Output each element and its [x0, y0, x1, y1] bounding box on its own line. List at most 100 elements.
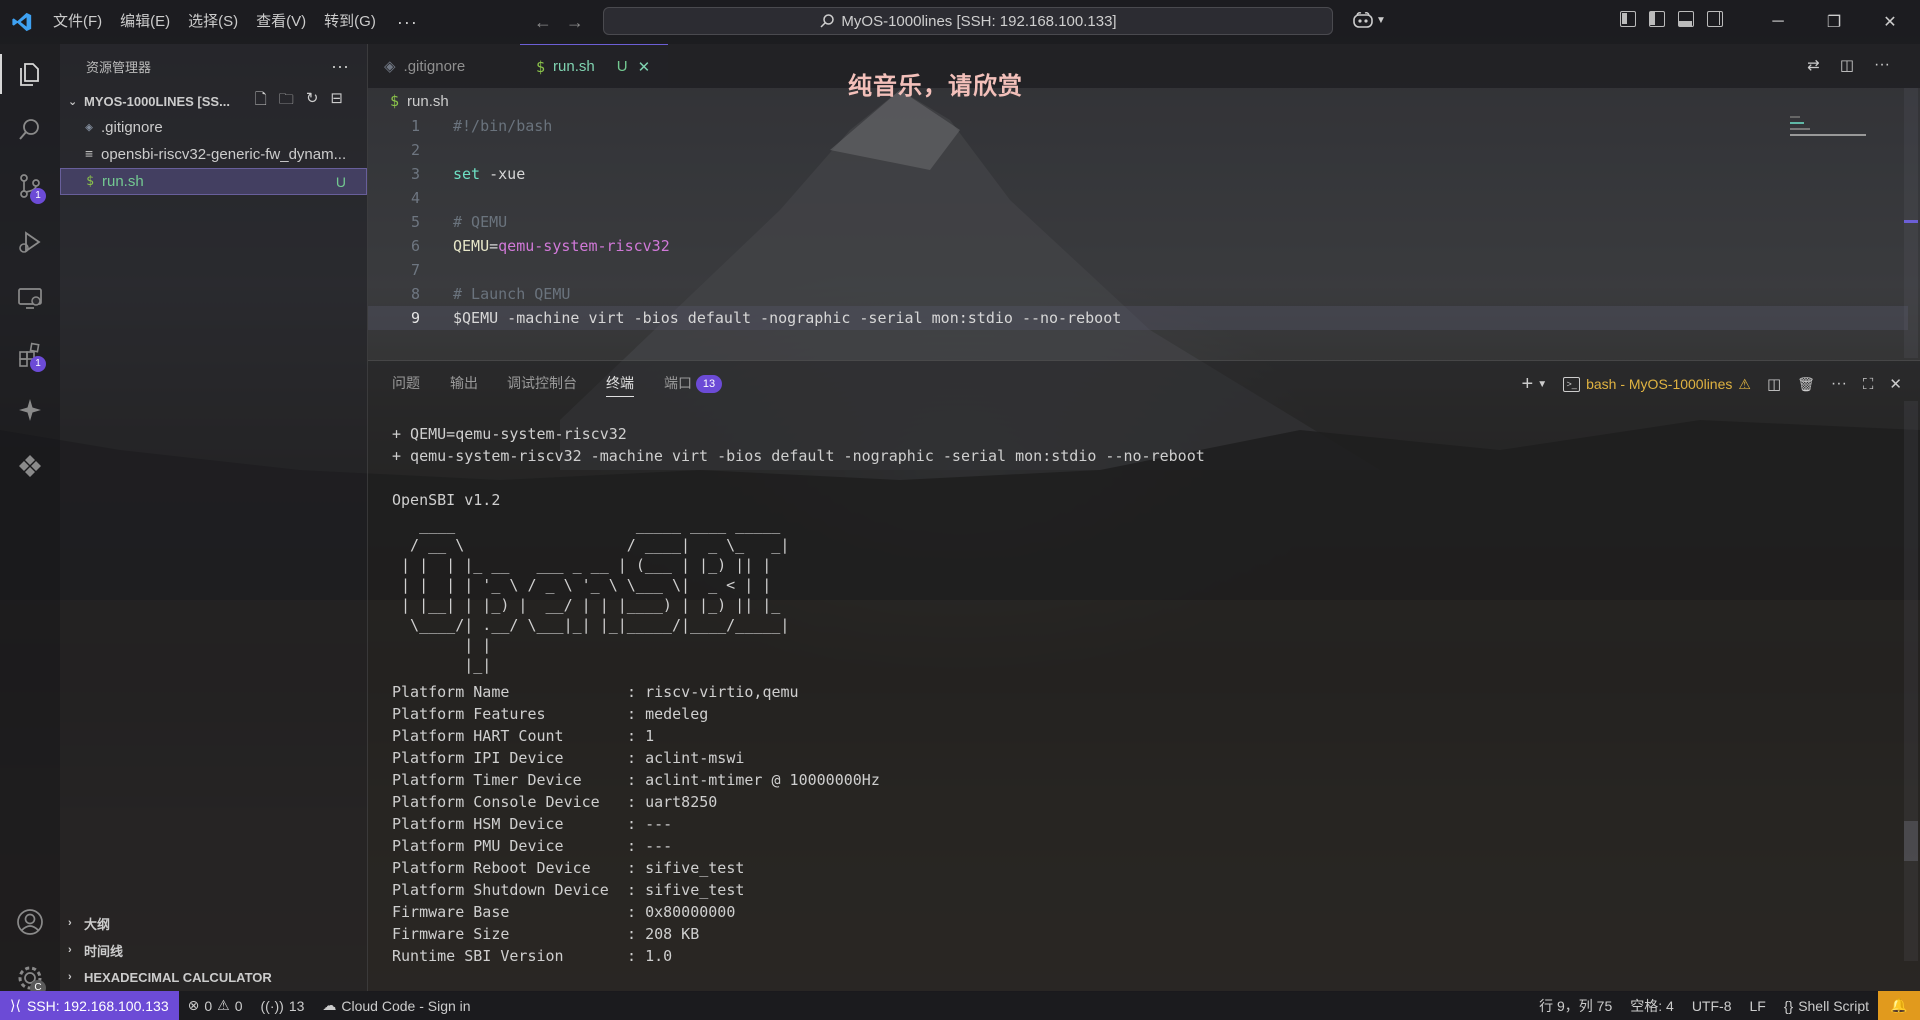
code-line: 2	[368, 138, 1908, 162]
cloud-code-indicator[interactable]: ☁ Cloud Code - Sign in	[313, 991, 479, 1020]
encoding[interactable]: UTF-8	[1683, 991, 1741, 1020]
platform-info-row: Runtime SBI Version: 1.0	[392, 945, 1892, 967]
tab-gitignore[interactable]: ◈ .gitignore	[368, 44, 518, 88]
new-file-icon[interactable]: 🗋	[255, 89, 267, 114]
platform-info-separator: :	[627, 837, 646, 855]
tab-terminal[interactable]: 终端	[606, 361, 634, 405]
source-control-icon[interactable]: 1	[0, 158, 60, 214]
platform-info-row: Firmware Size: 208 KB	[392, 923, 1892, 945]
platform-info-key: Platform Reboot Device	[392, 859, 591, 877]
menu-view[interactable]: 查看(V)	[247, 0, 315, 44]
timeline-section[interactable]: › 时间线	[60, 937, 375, 963]
problems-indicator[interactable]: ⊗ 0 ⚠ 0	[179, 991, 252, 1020]
toggle-primary-sidebar-icon[interactable]	[1649, 11, 1665, 27]
line-number: 8	[410, 285, 420, 303]
remote-explorer-icon[interactable]	[0, 270, 60, 326]
code-line: 8 # Launch QEMU	[368, 282, 1908, 306]
code-text: $QEMU -machine virt -bios default -nogra…	[453, 309, 1122, 327]
file-item-run-sh[interactable]: $ run.sh U	[60, 168, 367, 195]
menu-edit[interactable]: 编辑(E)	[111, 0, 179, 44]
run-debug-icon[interactable]	[0, 214, 60, 270]
collapse-all-icon[interactable]: ⊟	[330, 89, 343, 114]
accounts-icon[interactable]	[0, 894, 60, 950]
editor-tab-bar: ◈ .gitignore $ run.sh U ✕ ⇄ ◫ ···	[368, 44, 1920, 88]
terminal-selector[interactable]: >_ bash - MyOS-1000lines ⚠	[1563, 376, 1751, 393]
platform-info-row: Platform IPI Device: aclint-mswi	[392, 747, 1892, 769]
hex-calculator-section[interactable]: › HEXADECIMAL CALCULATOR	[60, 964, 375, 990]
menu-file[interactable]: 文件(F)	[44, 0, 111, 44]
indentation[interactable]: 空格: 4	[1621, 991, 1683, 1020]
platform-info-value: uart8250	[645, 793, 718, 811]
menu-selection[interactable]: 选择(S)	[179, 0, 247, 44]
code-line-current: 9 $QEMU -machine virt -bios default -nog…	[368, 306, 1908, 330]
tab-debug-console[interactable]: 调试控制台	[507, 361, 577, 405]
explorer-more-button[interactable]: ···	[331, 56, 349, 77]
end-of-line[interactable]: LF	[1740, 991, 1774, 1020]
platform-info-key: Platform Features	[392, 705, 546, 723]
new-folder-icon[interactable]: 🗀	[279, 89, 294, 114]
platform-info-row: Platform Features: medeleg	[392, 703, 1892, 725]
split-editor-icon[interactable]: ◫	[1840, 56, 1854, 74]
chevron-down-icon[interactable]: ▼	[1537, 379, 1547, 390]
platform-info-row: Platform PMU Device: ---	[392, 835, 1892, 857]
menu-go[interactable]: 转到(G)	[315, 0, 385, 44]
compare-changes-icon[interactable]: ⇄	[1807, 56, 1820, 74]
cloud-code-label: Cloud Code - Sign in	[341, 997, 471, 1014]
split-terminal-icon[interactable]: ◫	[1767, 375, 1781, 393]
explorer-icon[interactable]	[0, 46, 60, 102]
refresh-icon[interactable]: ↻	[306, 89, 319, 114]
toggle-panel-icon[interactable]	[1678, 11, 1694, 27]
language-mode[interactable]: {} Shell Script	[1775, 991, 1878, 1020]
platform-info-row: Platform Reboot Device: sifive_test	[392, 857, 1892, 879]
terminal-scrollbar[interactable]	[1904, 401, 1918, 961]
trash-icon[interactable]: 🗑	[1797, 376, 1815, 393]
warning-icon: ⚠	[217, 997, 230, 1013]
file-item-gitignore[interactable]: ◈ .gitignore	[60, 114, 367, 141]
new-terminal-icon[interactable]: +	[1522, 373, 1534, 396]
chevron-right-icon: ›	[68, 971, 72, 983]
cursor-position[interactable]: 行 9，列 75	[1530, 991, 1621, 1020]
editor-scrollbar[interactable]	[1904, 88, 1918, 358]
tab-run-sh[interactable]: $ run.sh U ✕	[520, 44, 668, 88]
code-editor[interactable]: 1 #!/bin/bash 2 3 set -xue 4 5 # QEMU 6 …	[368, 114, 1920, 360]
tab-ports[interactable]: 端口 13	[664, 361, 722, 405]
more-actions-icon[interactable]: ···	[1874, 56, 1890, 74]
remote-indicator[interactable]: ⟩⟨ SSH: 192.168.100.133	[0, 991, 179, 1020]
ports-indicator[interactable]: ((·)) 13	[252, 991, 314, 1020]
window-title: MyOS-1000lines [SSH: 192.168.100.133]	[841, 12, 1117, 30]
terminal-output[interactable]: + QEMU=qemu-system-riscv32 + qemu-system…	[392, 423, 1892, 967]
platform-info-separator: :	[627, 771, 646, 789]
close-panel-icon[interactable]: ✕	[1889, 375, 1902, 393]
ai-sparkle-icon[interactable]	[0, 382, 60, 438]
tab-ports-label: 端口	[664, 375, 692, 391]
customize-layout-icon[interactable]	[1620, 11, 1636, 27]
close-icon[interactable]: ✕	[1862, 0, 1918, 44]
code-text: -xue	[480, 165, 526, 183]
toggle-secondary-sidebar-icon[interactable]	[1707, 11, 1723, 27]
copilot-menu-button[interactable]: ▼	[1352, 11, 1386, 29]
search-icon	[820, 14, 835, 28]
code-line: 7	[368, 258, 1908, 282]
file-item-opensbi[interactable]: ≡ opensbi-riscv32-generic-fw_dynam...	[60, 141, 367, 168]
extensions-icon[interactable]: 1	[0, 326, 60, 382]
git-untracked-badge: U	[616, 58, 628, 75]
breadcrumb[interactable]: $ run.sh	[368, 88, 1920, 114]
minimap[interactable]	[1790, 116, 1870, 146]
workspace-folder[interactable]: ⌄ MYOS-1000LINES [SS... 🗋 🗀 ↻ ⊟	[60, 88, 367, 114]
forward-arrow-icon[interactable]: →	[566, 12, 584, 33]
command-center-search[interactable]: MyOS-1000lines [SSH: 192.168.100.133]	[603, 7, 1333, 35]
search-icon[interactable]	[0, 102, 60, 158]
close-tab-icon[interactable]: ✕	[638, 58, 651, 76]
diamond-extension-icon[interactable]	[0, 438, 60, 494]
back-arrow-icon[interactable]: ←	[534, 12, 552, 33]
minimize-icon[interactable]: ─	[1750, 0, 1806, 44]
platform-info-value: 1	[645, 727, 655, 745]
more-actions-icon[interactable]: ···	[1831, 375, 1847, 393]
maximize-panel-icon[interactable]: ⛶	[1863, 376, 1874, 393]
restore-icon[interactable]: ❐	[1806, 0, 1862, 44]
menu-more-button[interactable]: ···	[385, 0, 430, 44]
outline-section[interactable]: › 大纲	[60, 910, 375, 936]
tab-problems[interactable]: 问题	[392, 361, 420, 405]
notifications-bell-icon[interactable]: 🔔	[1878, 991, 1920, 1020]
tab-output[interactable]: 输出	[450, 361, 478, 405]
